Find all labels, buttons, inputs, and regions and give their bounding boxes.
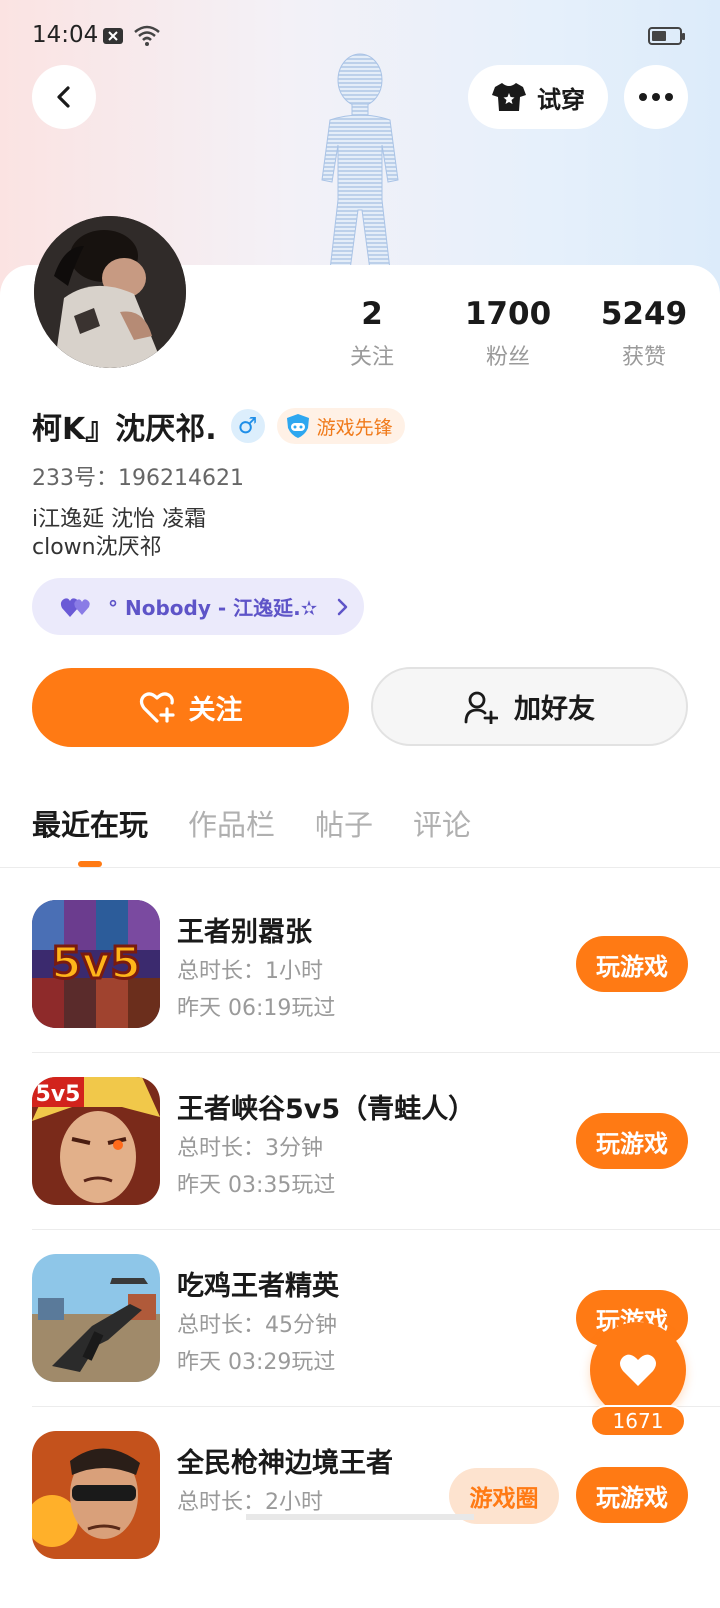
avatar[interactable] bbox=[34, 216, 186, 368]
game-last-played: 昨天 03:35玩过 bbox=[177, 1173, 336, 1198]
bio-line-2: clown沈厌祁 bbox=[32, 535, 162, 560]
stat-following-label: 关注 bbox=[349, 345, 394, 370]
stat-followers-label: 粉丝 bbox=[485, 345, 530, 370]
game-icon-text: 5v5 bbox=[51, 938, 141, 989]
profile-music-label: ° Nobody - 江逸延.✫ bbox=[108, 596, 318, 620]
stat-following-value: 2 bbox=[361, 296, 383, 332]
battery-icon bbox=[648, 27, 685, 45]
profile-music-pill[interactable]: ° Nobody - 江逸延.✫ bbox=[32, 578, 364, 635]
heart-icon bbox=[620, 1354, 656, 1386]
try-on-label: 试穿 bbox=[537, 85, 585, 114]
avatar-hologram-figure bbox=[321, 53, 399, 270]
stat-likes-label: 获赞 bbox=[621, 345, 666, 370]
stat-likes[interactable]: 5249 获赞 bbox=[574, 295, 714, 371]
more-dots-icon bbox=[639, 93, 673, 101]
stat-following[interactable]: 2 关注 bbox=[302, 295, 442, 371]
user-plus-icon bbox=[464, 691, 498, 724]
bio-line-1: i江逸延 沈怡 凌霜 bbox=[32, 507, 207, 532]
notification-x-icon bbox=[103, 28, 123, 44]
add-friend-label: 加好友 bbox=[514, 694, 595, 725]
double-heart-icon bbox=[60, 597, 90, 617]
play-game-button[interactable]: 玩游戏 bbox=[576, 936, 688, 992]
row-divider bbox=[32, 1052, 720, 1053]
name-row: 柯K』沈厌祁. ♂ 游戏先锋 bbox=[32, 404, 405, 448]
like-count: 1671 bbox=[590, 1405, 686, 1437]
game-vanguard-label: 游戏先锋 bbox=[316, 416, 393, 439]
tab-comments[interactable]: 评论 bbox=[413, 802, 471, 844]
play-game-label: 玩游戏 bbox=[596, 1483, 668, 1512]
profile-tabs: 最近在玩 作品栏 帖子 评论 bbox=[32, 802, 471, 844]
game-icon-5v5-heroes: 5v5 bbox=[32, 900, 160, 1028]
status-bar: 14:04 bbox=[0, 0, 720, 74]
home-indicator bbox=[246, 1514, 474, 1520]
back-button[interactable] bbox=[32, 65, 96, 129]
play-game-button[interactable]: 玩游戏 bbox=[576, 1113, 688, 1169]
play-game-button[interactable]: 玩游戏 bbox=[576, 1467, 688, 1523]
game-icon-gun bbox=[32, 1254, 160, 1382]
stat-followers-value: 1700 bbox=[464, 296, 552, 332]
avatar-image bbox=[34, 216, 186, 368]
row-divider bbox=[32, 1229, 720, 1230]
follow-button[interactable]: 关注 bbox=[32, 668, 349, 747]
follow-label: 关注 bbox=[188, 695, 243, 726]
game-icon-5v5-hero-face: 5v5 bbox=[32, 1077, 160, 1205]
game-duration: 总时长：2小时 bbox=[177, 1490, 323, 1515]
game-last-played: 昨天 06:19玩过 bbox=[177, 996, 336, 1021]
game-title: 全民枪神边境王者 bbox=[177, 1448, 393, 1479]
game-title: 吃鸡王者精英 bbox=[177, 1271, 339, 1302]
game-title: 王者别嚣张 bbox=[177, 917, 312, 948]
game-last-played: 昨天 03:29玩过 bbox=[177, 1350, 336, 1375]
game-vanguard-badge[interactable]: 游戏先锋 bbox=[276, 408, 405, 444]
wifi-icon bbox=[134, 25, 160, 46]
game-icon-text: 5v5 bbox=[36, 1082, 81, 1107]
game-title: 王者峡谷5v5（青蛙人） bbox=[177, 1094, 476, 1125]
like-button[interactable] bbox=[590, 1322, 686, 1418]
game-duration: 总时长：1小时 bbox=[177, 959, 323, 984]
game-duration: 总时长：3分钟 bbox=[177, 1136, 323, 1161]
user-id: 233号：196214621 bbox=[32, 466, 244, 491]
try-on-button[interactable]: 试穿 bbox=[468, 65, 608, 129]
heart-plus-icon bbox=[139, 691, 175, 723]
battery-level bbox=[652, 31, 667, 41]
more-button[interactable] bbox=[624, 65, 688, 129]
status-time: 14:04 bbox=[32, 22, 99, 48]
stat-likes-value: 5249 bbox=[600, 296, 688, 332]
play-game-label: 玩游戏 bbox=[596, 1129, 668, 1158]
stat-followers[interactable]: 1700 粉丝 bbox=[438, 295, 578, 371]
tshirt-icon bbox=[492, 83, 526, 111]
add-friend-button[interactable]: 加好友 bbox=[371, 667, 688, 746]
user-name: 柯K』沈厌祁. bbox=[32, 412, 217, 447]
game-row[interactable]: 5v5 王者峡谷5v5（青蛙人） 总时长：3分钟 昨天 03:35玩过 玩游戏 bbox=[0, 1077, 720, 1254]
user-bio: i江逸延 沈怡 凌霜 clown沈厌祁 bbox=[32, 506, 206, 562]
gender-male-icon: ♂ bbox=[230, 409, 265, 443]
play-game-label: 玩游戏 bbox=[596, 952, 668, 981]
chevron-left-icon bbox=[57, 86, 70, 108]
chevron-right-icon bbox=[338, 598, 348, 615]
tab-works[interactable]: 作品栏 bbox=[188, 802, 275, 844]
tab-recently-played[interactable]: 最近在玩 bbox=[32, 802, 148, 844]
gamepad-shield-icon bbox=[286, 414, 309, 438]
tabs-divider bbox=[0, 867, 720, 868]
game-circle-label: 游戏圈 bbox=[469, 1486, 539, 1512]
tab-posts[interactable]: 帖子 bbox=[315, 802, 373, 844]
game-icon-soldier bbox=[32, 1431, 160, 1559]
game-row[interactable]: 5v5 王者别嚣张 总时长：1小时 昨天 06:19玩过 玩游戏 bbox=[0, 900, 720, 1077]
game-duration: 总时长：45分钟 bbox=[177, 1313, 337, 1338]
